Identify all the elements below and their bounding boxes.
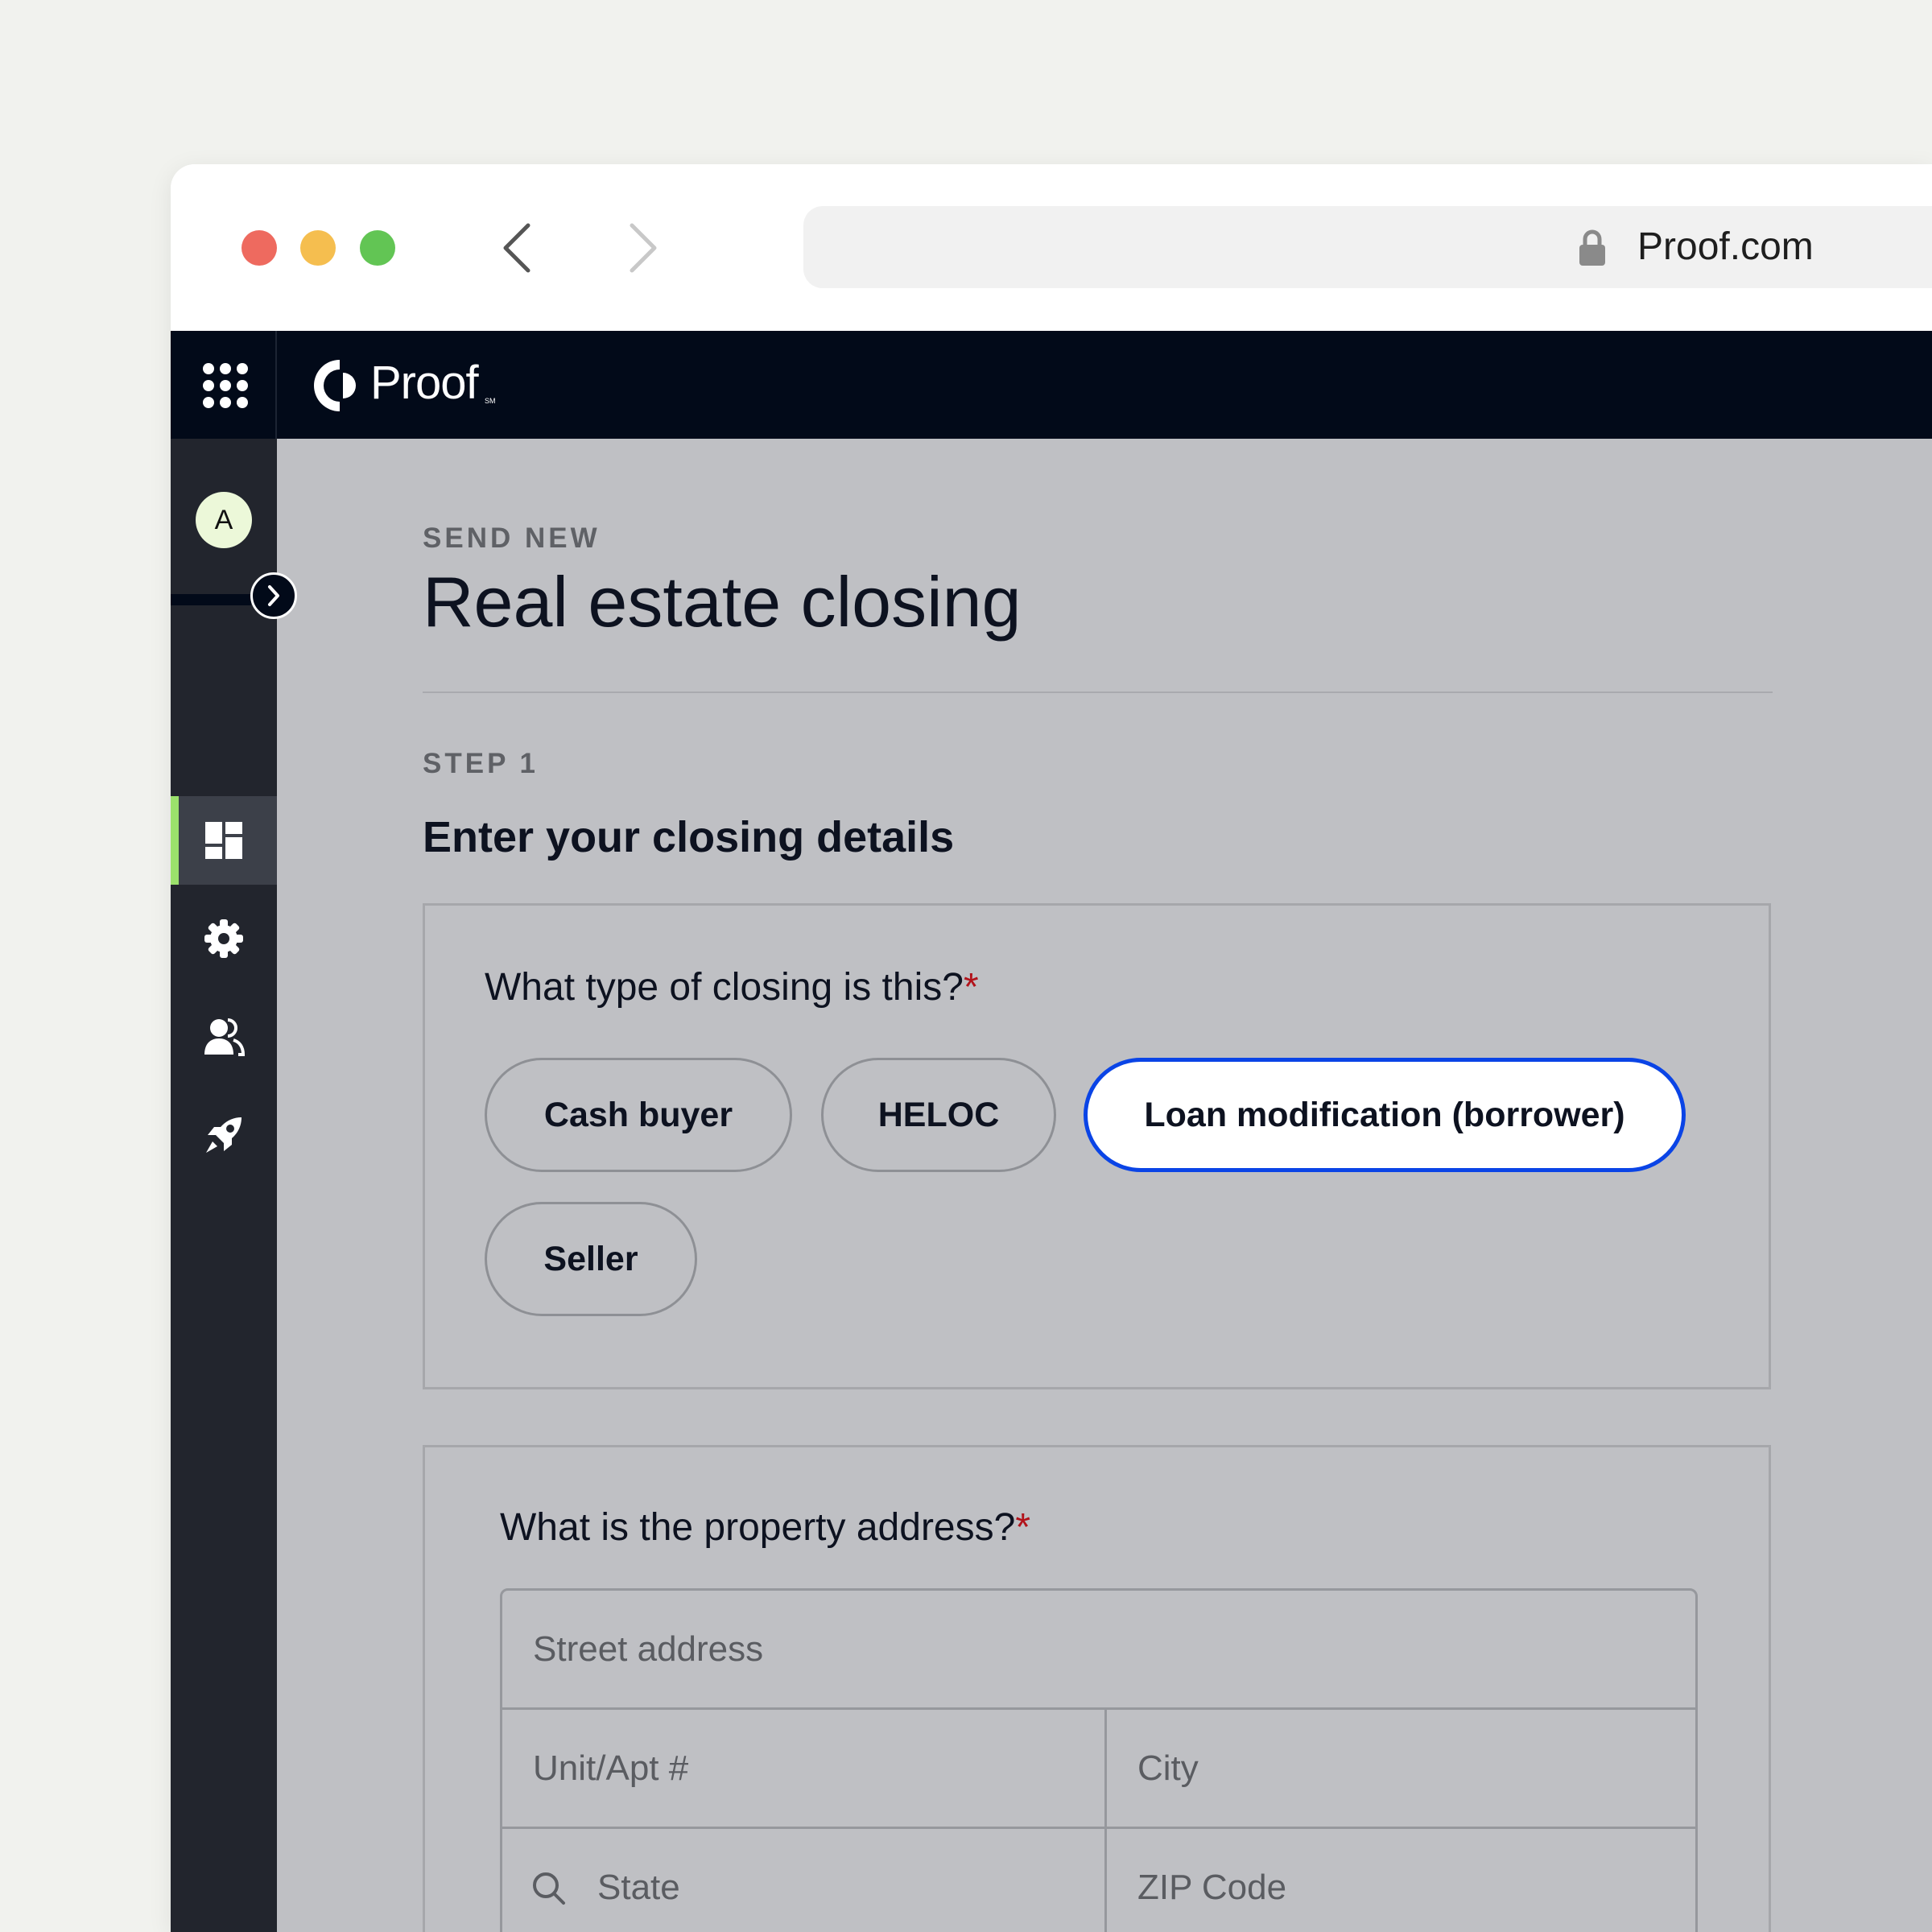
app-grid-icon[interactable]	[203, 363, 248, 408]
option-seller[interactable]: Seller	[485, 1202, 697, 1316]
lock-icon	[1579, 229, 1605, 266]
chevron-left-icon	[503, 223, 530, 273]
closing-type-question-text: What type of closing is this?	[485, 966, 964, 1009]
expand-sidebar-button[interactable]	[250, 572, 297, 619]
option-cash-buyer[interactable]: Cash buyer	[485, 1058, 792, 1172]
sidebar-item-getting-started[interactable]	[171, 1091, 277, 1179]
street-address-input[interactable]: Street address	[500, 1588, 1698, 1710]
chevron-right-icon	[630, 223, 657, 273]
search-icon	[533, 1872, 565, 1905]
proof-logo-icon	[314, 360, 356, 411]
closing-type-question: What type of closing is this?*	[485, 965, 979, 1009]
state-placeholder: State	[597, 1868, 680, 1907]
step-title: Enter your closing details	[423, 813, 955, 861]
state-select[interactable]: State	[500, 1827, 1107, 1932]
back-button[interactable]	[493, 221, 541, 275]
required-mark: *	[963, 966, 979, 1009]
sidebar-item-settings[interactable]	[171, 894, 277, 983]
header-divider	[275, 331, 277, 439]
minimize-window-button[interactable]	[300, 230, 336, 266]
address-question: What is the property address?*	[500, 1505, 1030, 1550]
sidebar-divider	[171, 594, 251, 605]
street-address-placeholder: Street address	[533, 1629, 764, 1669]
property-address-card: What is the property address?* Street ad…	[423, 1445, 1771, 1932]
chevron-right-icon	[268, 585, 279, 606]
avatar[interactable]: A	[196, 492, 252, 548]
maximize-window-button[interactable]	[360, 230, 395, 266]
closing-type-card: What type of closing is this?* Cash buye…	[423, 903, 1771, 1389]
sidebar: A	[171, 439, 297, 1932]
users-icon	[204, 1018, 245, 1056]
browser-window: Proof.com Proof SM A SEND NEW Real estat…	[171, 164, 1932, 1932]
close-window-button[interactable]	[242, 230, 277, 266]
required-mark: *	[1015, 1506, 1030, 1549]
title-divider	[423, 691, 1773, 693]
option-loan-modification[interactable]: Loan modification (borrower)	[1084, 1058, 1686, 1172]
option-heloc[interactable]: HELOC	[821, 1058, 1056, 1172]
zip-code-input[interactable]: ZIP Code	[1104, 1827, 1698, 1932]
gear-icon	[204, 919, 243, 958]
sidebar-item-users[interactable]	[171, 993, 277, 1081]
zip-code-placeholder: ZIP Code	[1137, 1868, 1287, 1907]
proof-logo-text: Proof	[370, 357, 479, 409]
page-eyebrow: SEND NEW	[423, 522, 601, 554]
dashboard-icon	[205, 822, 242, 859]
address-bar[interactable]: Proof.com	[803, 206, 1932, 288]
sidebar-account: A	[171, 439, 277, 592]
logo-service-mark: SM	[485, 397, 496, 405]
forward-button[interactable]	[619, 221, 667, 275]
city-input[interactable]: City	[1104, 1707, 1698, 1829]
browser-chrome: Proof.com	[171, 164, 1932, 331]
unit-apt-input[interactable]: Unit/Apt #	[500, 1707, 1107, 1829]
rocket-icon	[206, 1117, 242, 1153]
sidebar-item-dashboard[interactable]	[171, 796, 277, 885]
url-text: Proof.com	[1637, 225, 1814, 268]
app-header: Proof SM	[171, 331, 1932, 439]
address-question-text: What is the property address?	[500, 1506, 1016, 1549]
city-placeholder: City	[1137, 1748, 1199, 1788]
unit-apt-placeholder: Unit/Apt #	[533, 1748, 689, 1788]
step-label: STEP 1	[423, 748, 539, 779]
page-title: Real estate closing	[423, 562, 1022, 642]
main-content: SEND NEW Real estate closing STEP 1 Ente…	[277, 439, 1932, 1932]
